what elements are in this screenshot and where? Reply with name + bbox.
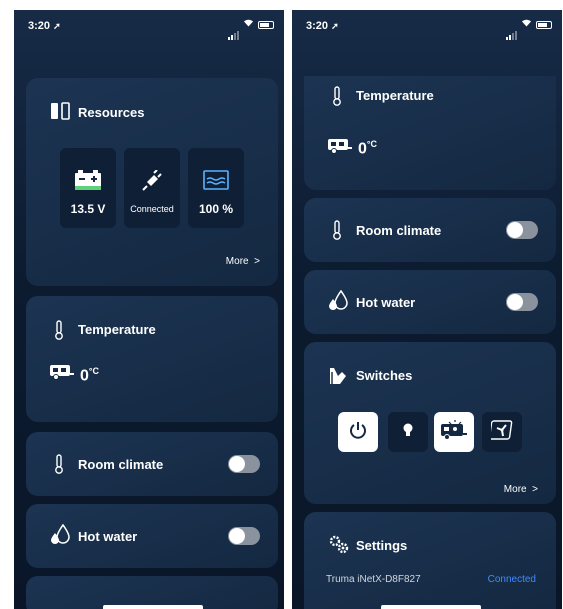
temperature-card[interactable]: Temperature 0°C: [304, 76, 556, 190]
thermometer-icon: [332, 86, 342, 111]
caravan-icon: [50, 364, 74, 385]
settings-card[interactable]: Settings Truma iNetX-D8F827 Connected: [304, 512, 556, 609]
home-indicator: [381, 605, 481, 609]
light-switch-button[interactable]: [388, 412, 428, 452]
room-climate-title: Room climate: [356, 223, 442, 238]
temperature-value: 0°C: [80, 366, 100, 385]
signal-icon: [228, 22, 240, 40]
power-value: Connected: [130, 204, 174, 214]
connection-status: Connected: [487, 574, 536, 585]
water-drops-icon: [50, 523, 70, 549]
resources-card[interactable]: Resources 13.5 V Connected 100 % More >: [26, 78, 278, 286]
switches-card[interactable]: Switches More >: [304, 342, 556, 504]
room-climate-card[interactable]: Room climate: [26, 432, 278, 496]
gears-icon: [328, 534, 350, 559]
car-battery-icon: [75, 170, 101, 195]
hot-water-title: Hot water: [78, 529, 138, 544]
switches-title: Switches: [356, 368, 413, 383]
hot-water-card[interactable]: Hot water: [26, 504, 278, 568]
hot-water-title: Hot water: [356, 295, 416, 310]
fan-icon: [488, 419, 513, 445]
phone-screen-left: 3:20 ➚ Resources 13.5 V Connected 100 % …: [14, 10, 284, 609]
water-tank-icon: [203, 170, 229, 195]
status-bar: 3:20 ➚: [14, 10, 284, 40]
power-switch-button[interactable]: [338, 412, 378, 452]
resources-icon: [50, 102, 70, 125]
resources-more-link[interactable]: More >: [226, 256, 260, 267]
fan-switch-button[interactable]: [482, 412, 522, 452]
battery-icon: [258, 21, 274, 29]
temperature-title: Temperature: [356, 88, 434, 103]
status-time: 3:20 ➚: [28, 20, 61, 32]
status-time: 3:20 ➚: [306, 20, 339, 32]
thermometer-icon: [332, 220, 342, 245]
signal-icon: [506, 22, 518, 40]
power-tile[interactable]: Connected: [124, 148, 180, 228]
battery-tile[interactable]: 13.5 V: [60, 148, 116, 228]
device-name: Truma iNetX-D8F827: [326, 574, 421, 585]
switches-more-link[interactable]: More >: [504, 484, 538, 495]
settings-title: Settings: [356, 538, 408, 553]
thermometer-icon: [54, 454, 64, 479]
room-climate-toggle[interactable]: [228, 455, 260, 473]
hot-water-toggle[interactable]: [228, 527, 260, 545]
room-climate-title: Room climate: [78, 457, 164, 472]
switch-hand-icon: [328, 366, 348, 391]
caravan-icon: [328, 138, 352, 159]
battery-icon: [536, 21, 552, 29]
wifi-icon: [243, 18, 254, 30]
bulb-icon: [402, 422, 414, 443]
temperature-title: Temperature: [78, 322, 156, 337]
caravan-light-switch-button[interactable]: [434, 412, 474, 452]
hot-water-toggle[interactable]: [506, 293, 538, 311]
wifi-icon: [521, 18, 532, 30]
chevron-right-icon: >: [532, 484, 538, 495]
resources-title: Resources: [78, 105, 145, 120]
water-value: 100 %: [198, 202, 234, 216]
water-drops-icon: [328, 289, 348, 315]
status-bar: 3:20 ➚: [292, 10, 562, 40]
room-climate-card[interactable]: Room climate: [304, 198, 556, 262]
temperature-value: 0°C: [358, 139, 378, 158]
room-climate-toggle[interactable]: [506, 221, 538, 239]
temperature-card[interactable]: Temperature 0°C: [26, 296, 278, 422]
phone-screen-right: 3:20 ➚ Temperature 0°C Room climate Hot …: [292, 10, 562, 609]
thermometer-icon: [54, 320, 64, 345]
caravan-light-icon: [440, 419, 468, 445]
chevron-right-icon: >: [254, 256, 260, 267]
power-icon: [348, 420, 368, 445]
hot-water-card[interactable]: Hot water: [304, 270, 556, 334]
home-indicator: [103, 605, 203, 609]
plug-icon: [141, 169, 163, 197]
water-tile[interactable]: 100 %: [188, 148, 244, 228]
battery-value: 13.5 V: [70, 202, 106, 216]
